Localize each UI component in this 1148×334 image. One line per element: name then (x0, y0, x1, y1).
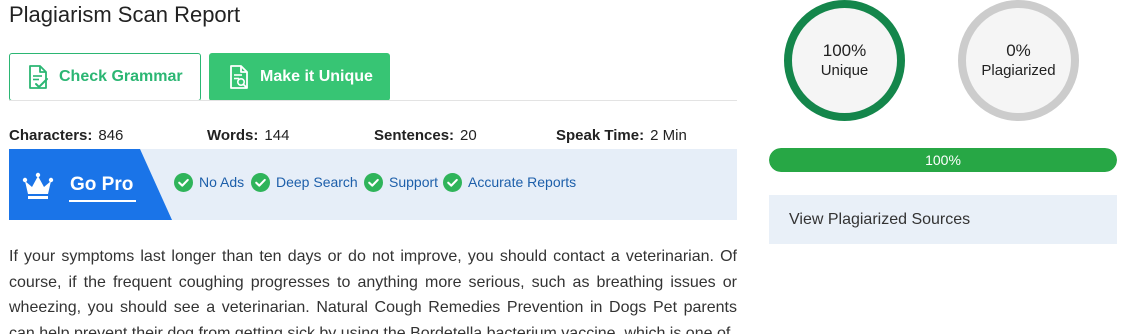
scanned-text: If your symptoms last longer than ten da… (9, 248, 737, 334)
check-grammar-label: Check Grammar (59, 68, 183, 85)
plagiarized-label: Plagiarized (981, 62, 1056, 79)
make-unique-label: Make it Unique (260, 68, 373, 85)
unique-label: Unique (820, 62, 869, 79)
go-pro-underline (69, 200, 136, 202)
crown-icon (21, 171, 55, 206)
uniqueness-progress-bar: 100% (769, 148, 1117, 172)
make-unique-button[interactable]: Make it Unique (209, 53, 390, 101)
check-grammar-button[interactable]: Check Grammar (9, 53, 201, 101)
go-pro-title[interactable]: Go Pro (70, 174, 133, 196)
page-title: Plagiarism Scan Report (9, 2, 241, 27)
unique-score-ring: 100% Unique (784, 0, 905, 121)
sentences-label: Sentences: (374, 127, 455, 144)
go-pro-banner[interactable]: Go Pro No Ads Deep Search Support Accura… (9, 149, 737, 220)
words-label: Words: (207, 127, 259, 144)
progress-label: 100% (925, 152, 961, 168)
words-value: 144 (264, 127, 290, 144)
feature-support: Support (364, 172, 438, 192)
document-search-icon (227, 64, 251, 90)
feature-label: Support (389, 174, 439, 190)
divider (9, 100, 737, 101)
check-circle-icon (364, 172, 383, 192)
document-check-icon (26, 64, 50, 90)
words-stat: Words: 144 (207, 127, 289, 144)
feature-label: Accurate Reports (468, 174, 577, 190)
feature-no-ads: No Ads (174, 172, 244, 192)
feature-label: Deep Search (276, 174, 358, 190)
speak-time-value: 2 Min (650, 127, 687, 144)
feature-deep-search: Deep Search (251, 172, 358, 192)
speak-time-label: Speak Time: (556, 127, 645, 144)
speak-time-stat: Speak Time: 2 Min (556, 127, 687, 144)
characters-value: 846 (98, 127, 124, 144)
feature-label: No Ads (199, 174, 245, 190)
sentences-value: 20 (460, 127, 477, 144)
unique-percent: 100% (822, 41, 867, 60)
plagiarized-score-ring: 0% Plagiarized (958, 0, 1079, 121)
sentences-stat: Sentences: 20 (374, 127, 477, 144)
characters-stat: Characters: 846 (9, 127, 123, 144)
view-plagiarized-sources-button[interactable]: View Plagiarized Sources (769, 195, 1117, 244)
check-circle-icon (251, 172, 270, 192)
feature-accurate-reports: Accurate Reports (443, 172, 576, 192)
check-circle-icon (443, 172, 462, 192)
characters-label: Characters: (9, 127, 93, 144)
check-circle-icon (174, 172, 193, 192)
plagiarized-percent: 0% (1006, 41, 1031, 60)
